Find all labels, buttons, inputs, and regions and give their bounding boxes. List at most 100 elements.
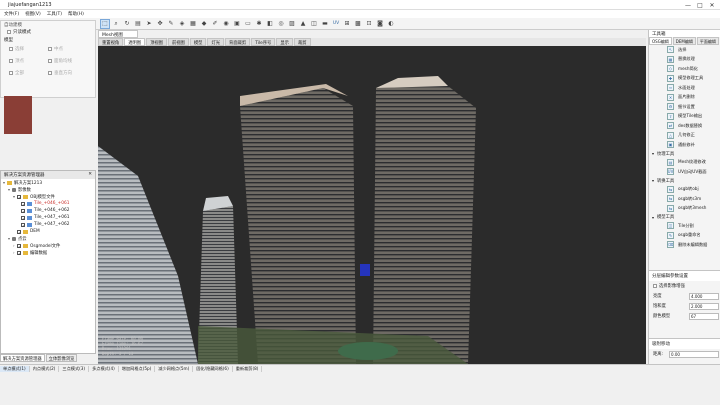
tab-lighting[interactable]: 灯光 bbox=[207, 38, 225, 46]
tab-stereo-browser[interactable]: 立体影像浏览 bbox=[45, 354, 78, 362]
select-icon[interactable]: ⬚ bbox=[100, 18, 110, 29]
mode-multi-point[interactable]: 多点模式(4) bbox=[89, 365, 119, 372]
readonly-checkbox[interactable] bbox=[7, 30, 11, 34]
tree-item[interactable]: Tile_+047_+062 bbox=[1, 221, 95, 228]
tool-delete-unedited[interactable]: ⌫ 删除未编辑数据 bbox=[649, 240, 720, 250]
group-texture-tools[interactable]: ▾ 纹理工具 bbox=[649, 150, 720, 158]
tool-osgb-3mesh[interactable]: ⇆ osgb转3mesh bbox=[649, 204, 720, 214]
render-icon[interactable]: ◐ bbox=[386, 19, 396, 29]
tool-model-repair[interactable]: ✚ 模型修理工具 bbox=[649, 74, 720, 84]
maximize-button[interactable]: □ bbox=[694, 0, 706, 10]
tree-checkbox[interactable] bbox=[17, 229, 21, 234]
close-icon[interactable]: ✕ bbox=[88, 172, 92, 178]
tree-checkbox[interactable] bbox=[17, 250, 21, 255]
option-select[interactable]: 选择 bbox=[9, 46, 48, 52]
tool-des-replace[interactable]: ⇄ des数据替换 bbox=[649, 121, 720, 131]
mode-three-point[interactable]: 三点模式(3) bbox=[59, 365, 90, 372]
menu-help[interactable]: 帮助(H) bbox=[68, 11, 84, 17]
tool-water[interactable]: ≈ 水面处理 bbox=[649, 83, 720, 93]
tree-item[interactable]: ▾ 点云 bbox=[1, 235, 95, 242]
menu-tools[interactable]: 工具(T) bbox=[47, 11, 62, 17]
camera-icon[interactable]: ◙ bbox=[375, 19, 385, 29]
tool-osgb-rename[interactable]: ✎ osgb重命名 bbox=[649, 231, 720, 241]
tool-geometry-fix[interactable]: △ 几何修正 bbox=[649, 131, 720, 141]
tab-osg-edit[interactable]: OSG编辑 bbox=[649, 37, 672, 45]
enhance-checkbox-row[interactable]: 选择影像增强 bbox=[649, 281, 720, 291]
rotate-icon[interactable]: ↻ bbox=[122, 19, 132, 29]
box-icon[interactable]: ▣ bbox=[232, 19, 242, 29]
lock-icon[interactable]: ⊡ bbox=[364, 19, 374, 29]
tab-transparent[interactable]: 透明图 bbox=[124, 38, 146, 46]
paint-icon[interactable]: ◈ bbox=[177, 19, 187, 29]
tool-replace-texture[interactable]: ▦ 替换纹理 bbox=[649, 55, 720, 65]
tool-detail[interactable]: ⚙ 细节设置 bbox=[649, 102, 720, 112]
ruler-icon[interactable]: ⊞ bbox=[342, 19, 352, 29]
grid-icon[interactable]: ▦ bbox=[188, 19, 198, 29]
option-vertical[interactable]: 垂直方向 bbox=[48, 70, 87, 76]
option-face-angle[interactable]: 面角均线 bbox=[48, 58, 87, 64]
tool-mesh-simplify[interactable]: ◇ mesh简化 bbox=[649, 64, 720, 74]
image-icon[interactable]: ▨ bbox=[287, 19, 297, 29]
tool-tile-split[interactable]: ◫ Tile分割 bbox=[649, 221, 720, 231]
brush-icon[interactable]: ✱ bbox=[254, 19, 264, 29]
mode-add-mesh-point[interactable]: 增加网格点(5p) bbox=[119, 365, 156, 372]
option-vertex[interactable]: 顶点 bbox=[9, 58, 48, 64]
tab-dem-edit[interactable]: DEM编辑 bbox=[672, 37, 696, 45]
tree-item[interactable]: Tile_+046_+062 bbox=[1, 207, 95, 214]
tree-checkbox[interactable] bbox=[17, 243, 21, 248]
tree-item[interactable]: Tile_+046_+061 bbox=[1, 200, 95, 207]
tool-osgb-s3m[interactable]: ⇆ osgb转s3m bbox=[649, 194, 720, 204]
tool-osgb-obj[interactable]: ⇆ osgb转obj bbox=[649, 185, 720, 195]
menu-file[interactable]: 文件(F) bbox=[4, 11, 19, 17]
tab-plane-edit[interactable]: 平面编辑 bbox=[696, 37, 719, 45]
tree-item[interactable]: DEM bbox=[1, 228, 95, 235]
tree-item[interactable]: ▾ 影像数 bbox=[1, 186, 95, 193]
mesh-view-tab[interactable]: Mesh视图 bbox=[98, 30, 138, 38]
tool-auto-uv[interactable]: UV UV自动UV截面 bbox=[649, 167, 720, 177]
3d-viewport[interactable]: Frame Rate: 60.00 Frame Time: 16.67 Draw… bbox=[98, 46, 646, 364]
tool-face-delete[interactable]: ✕ 面片删除 bbox=[649, 93, 720, 103]
brightness-input[interactable]: 4.000 bbox=[689, 292, 719, 300]
color-model-input[interactable]: 67 bbox=[689, 312, 719, 320]
tool-tile-export[interactable]: ⇪ 模型Tile输出 bbox=[649, 112, 720, 122]
tab-solution-explorer[interactable]: 解决方案资源管理器 bbox=[0, 354, 45, 362]
tab-reset-view[interactable]: 重置视角 bbox=[98, 38, 124, 46]
move-icon[interactable]: ✥ bbox=[155, 19, 165, 29]
tree-item[interactable]: ▾ OBJ模型文件 bbox=[1, 193, 95, 200]
saturation-input[interactable]: 2.000 bbox=[689, 302, 719, 310]
enhance-checkbox[interactable] bbox=[653, 284, 657, 288]
tool-mesh-texture[interactable]: ▤ Mesh纹理修改 bbox=[649, 158, 720, 168]
distance-input[interactable]: 0.00 bbox=[669, 350, 719, 358]
mode-inner-point[interactable]: 内点模式(2) bbox=[30, 365, 60, 372]
option-all[interactable]: 全部 bbox=[9, 70, 48, 76]
tag-icon[interactable]: ◆ bbox=[199, 19, 209, 29]
tree-item[interactable]: › Osgmodel文件 bbox=[1, 242, 95, 249]
mesh-icon[interactable]: ◫ bbox=[309, 19, 319, 29]
minimize-button[interactable]: — bbox=[682, 0, 694, 10]
draw-icon[interactable]: ✐ bbox=[210, 19, 220, 29]
mode-remove-mesh-point[interactable]: 减少网格点(5m) bbox=[155, 365, 194, 372]
option-midpoint[interactable]: 中点 bbox=[48, 46, 87, 52]
group-model-tools[interactable]: ▾ 模型工具 bbox=[649, 213, 720, 221]
tab-tile-index[interactable]: Tile序号 bbox=[251, 38, 276, 46]
tile-icon[interactable]: ▩ bbox=[353, 19, 363, 29]
tree-checkbox[interactable] bbox=[21, 208, 25, 213]
tab-clip[interactable]: 裁剪 bbox=[293, 38, 311, 46]
uv-icon[interactable]: UV bbox=[331, 19, 341, 29]
edit-icon[interactable]: ✎ bbox=[166, 19, 176, 29]
tree-checkbox[interactable] bbox=[21, 201, 25, 206]
tab-front-view[interactable]: 前视图 bbox=[167, 38, 189, 46]
tool-patch[interactable]: ▣ 通航修补 bbox=[649, 140, 720, 150]
rect-icon[interactable]: ▭ bbox=[243, 19, 253, 29]
tree-root[interactable]: ▾ 解决方案1213 bbox=[1, 179, 95, 186]
tab-backface-cull[interactable]: 背面裁剪 bbox=[225, 38, 251, 46]
menu-view[interactable]: 视图(V) bbox=[25, 11, 41, 17]
flatten-icon[interactable]: ▬ bbox=[320, 19, 330, 29]
tree-checkbox[interactable] bbox=[21, 222, 25, 227]
mode-single-point[interactable]: 单点模式(1) bbox=[0, 365, 30, 372]
eye-icon[interactable]: ◎ bbox=[276, 19, 286, 29]
tree-checkbox[interactable] bbox=[21, 215, 25, 220]
group-convert-tools[interactable]: ▾ 转换工具 bbox=[649, 177, 720, 185]
tree-checkbox[interactable] bbox=[17, 194, 21, 199]
close-button[interactable]: ✕ bbox=[706, 0, 718, 10]
